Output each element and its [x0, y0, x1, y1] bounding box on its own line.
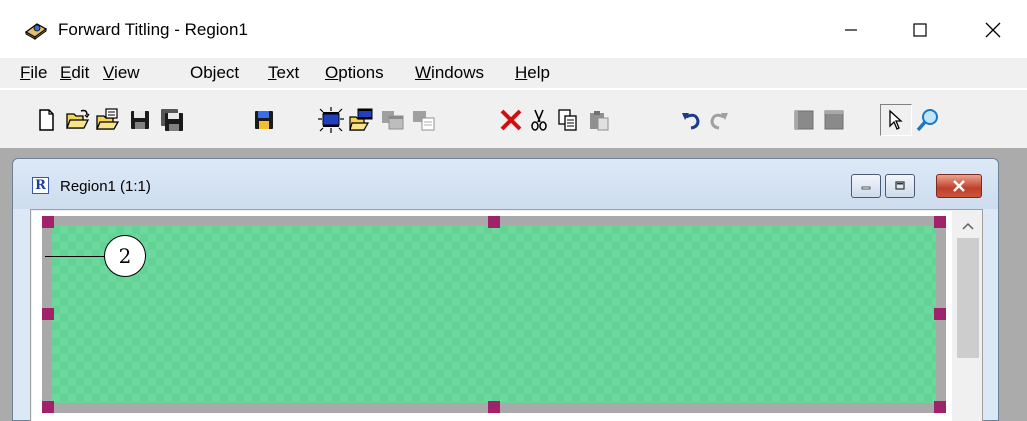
- paste-clip-icon: [413, 111, 435, 131]
- maximize-icon: [913, 23, 927, 37]
- open-template-button[interactable]: [92, 104, 124, 136]
- close-icon: [985, 22, 1001, 38]
- paste-icon: [590, 111, 609, 131]
- menu-mnemonic: V: [103, 63, 115, 82]
- menu-mnemonic: T: [268, 63, 277, 82]
- menu-mnemonic: E: [60, 63, 72, 82]
- close-button[interactable]: [970, 10, 1016, 50]
- menu-label: Object: [190, 63, 240, 82]
- menu-label: elp: [527, 63, 550, 82]
- app-icon: [24, 23, 48, 40]
- minimize-icon: [861, 186, 871, 190]
- open-clip-icon: [349, 108, 373, 131]
- open-clip-button[interactable]: [345, 104, 377, 136]
- resize-handle-bottom[interactable]: [488, 401, 500, 413]
- child-window-title: Region1 (1:1): [60, 178, 151, 195]
- resize-handle-right[interactable]: [934, 308, 946, 320]
- menu-label: ptions: [338, 63, 384, 82]
- scrollbar-thumb[interactable]: [957, 238, 979, 358]
- object-front-icon: [794, 110, 814, 130]
- window-title: Forward Titling - Region1: [58, 20, 248, 39]
- paste-clip-button[interactable]: [408, 104, 440, 136]
- resize-handle-bottom-left[interactable]: [42, 401, 54, 413]
- resize-handle-bottom-right[interactable]: [934, 401, 946, 413]
- callout-leader-line: [45, 256, 104, 257]
- menu-mnemonic: F: [20, 63, 31, 82]
- object-front-button[interactable]: [788, 104, 820, 136]
- select-pointer-button[interactable]: [880, 104, 912, 136]
- select-pointer-icon: [889, 109, 903, 130]
- child-close-button[interactable]: [936, 174, 982, 198]
- save-icon: [131, 111, 149, 129]
- menu-label: indows: [431, 63, 484, 82]
- new-button[interactable]: [30, 104, 62, 136]
- close-icon: [953, 180, 965, 192]
- open-icon: [66, 109, 90, 129]
- region-icon: R: [32, 177, 49, 194]
- menu-help[interactable]: Help: [515, 63, 550, 83]
- maximize-button[interactable]: [897, 10, 943, 50]
- minimize-button[interactable]: [828, 10, 874, 50]
- menu-text[interactable]: Text: [268, 63, 299, 83]
- zoom-icon: [916, 109, 938, 132]
- menu-label: ext: [276, 63, 300, 82]
- resize-handle-top-right[interactable]: [934, 216, 946, 228]
- new-icon: [39, 109, 54, 131]
- menu-windows[interactable]: Windows: [415, 63, 484, 83]
- menu-label: dit: [71, 63, 90, 82]
- menu-bar: File Edit View Object Text Options Windo…: [0, 58, 1027, 88]
- cut-icon: [531, 109, 547, 131]
- copy-button[interactable]: [551, 104, 583, 136]
- menu-label: ile: [30, 63, 48, 82]
- resize-handle-top[interactable]: [488, 216, 500, 228]
- menu-mnemonic: H: [515, 63, 528, 82]
- menu-file[interactable]: File: [20, 63, 47, 83]
- save-button[interactable]: [124, 104, 156, 136]
- copy-clip-button[interactable]: [377, 104, 409, 136]
- menu-label: iew: [114, 63, 140, 82]
- undo-icon: [682, 113, 700, 130]
- object-back-button[interactable]: [818, 104, 850, 136]
- menu-edit[interactable]: Edit: [60, 63, 89, 83]
- title-region[interactable]: [42, 216, 946, 413]
- save-all-icon: [161, 109, 183, 131]
- redo-button[interactable]: [703, 104, 735, 136]
- child-minimize-button[interactable]: [851, 174, 881, 198]
- save-region-button[interactable]: [248, 104, 280, 136]
- zoom-button[interactable]: [912, 104, 944, 136]
- resize-handle-left[interactable]: [42, 308, 54, 320]
- title-bar: Forward Titling - Region1: [0, 0, 1027, 58]
- minimize-icon: [845, 29, 857, 31]
- import-clip-button[interactable]: [315, 104, 347, 136]
- menu-view[interactable]: View: [103, 63, 140, 83]
- restore-icon: [895, 181, 905, 190]
- child-restore-button[interactable]: [885, 174, 915, 198]
- save-region-icon: [255, 111, 273, 129]
- open-button[interactable]: [62, 104, 94, 136]
- toolbar: [0, 89, 1027, 148]
- menu-options[interactable]: Options: [325, 63, 384, 83]
- menu-mnemonic: O: [325, 63, 339, 82]
- open-template-icon: [96, 108, 120, 130]
- import-clip-icon: [318, 107, 344, 133]
- callout-marker: 2: [104, 235, 146, 277]
- save-all-button[interactable]: [156, 104, 188, 136]
- object-back-icon: [824, 110, 844, 130]
- menu-mnemonic: W: [415, 63, 432, 82]
- menu-object[interactable]: Object: [190, 63, 239, 83]
- redo-icon: [710, 113, 728, 130]
- copy-clip-icon: [382, 111, 404, 130]
- scroll-up-arrow-icon[interactable]: [961, 221, 975, 231]
- resize-handle-top-left[interactable]: [42, 216, 54, 228]
- copy-icon: [558, 109, 577, 131]
- delete-icon: [500, 109, 522, 131]
- paste-button[interactable]: [583, 104, 615, 136]
